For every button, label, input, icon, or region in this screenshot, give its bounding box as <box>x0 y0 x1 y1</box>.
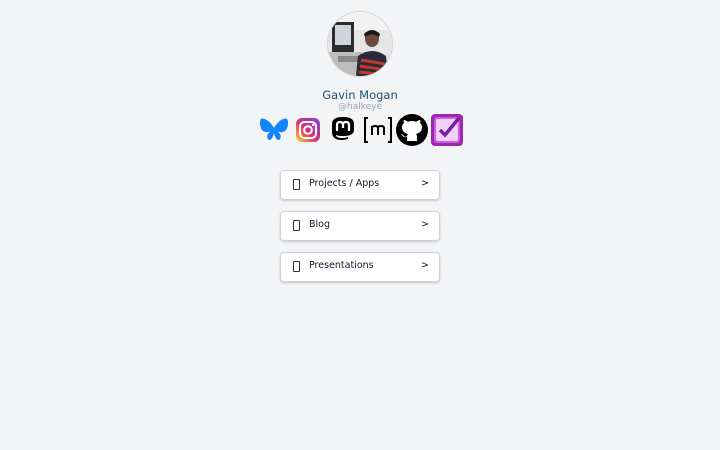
matrix-link[interactable] <box>362 113 394 147</box>
bluesky-icon <box>259 118 289 141</box>
instagram-icon <box>296 118 320 142</box>
chevron-right-icon: > <box>421 260 429 271</box>
matrix-icon <box>364 117 392 143</box>
button-label: Presentations <box>309 260 374 271</box>
github-icon <box>396 114 428 146</box>
missing-glyph-icon <box>293 261 300 272</box>
button-label: Blog <box>309 219 330 230</box>
blog-button[interactable]: Blog > <box>280 211 440 241</box>
mastodon-link[interactable] <box>328 113 358 147</box>
missing-glyph-icon <box>293 179 300 190</box>
chevron-right-icon: > <box>421 219 429 230</box>
chevron-right-icon: > <box>421 178 429 189</box>
projects-apps-button[interactable]: Projects / Apps > <box>280 170 440 200</box>
profile-handle: @halkeye <box>337 102 382 112</box>
avatar-photo <box>328 12 392 76</box>
profile-name: Gavin Mogan <box>322 88 398 102</box>
bluesky-link[interactable] <box>258 113 290 147</box>
mastodon-icon <box>332 117 354 140</box>
todo-checklist-icon <box>431 114 463 146</box>
checklist-link[interactable] <box>430 113 464 147</box>
presentations-button[interactable]: Presentations > <box>280 252 440 282</box>
profile-page: Gavin Mogan @halkeye Projects / Apps > B… <box>0 0 720 450</box>
avatar <box>328 12 392 76</box>
missing-glyph-icon <box>293 220 300 231</box>
instagram-link[interactable] <box>294 113 322 147</box>
button-label: Projects / Apps <box>309 178 380 189</box>
github-link[interactable] <box>395 113 429 147</box>
